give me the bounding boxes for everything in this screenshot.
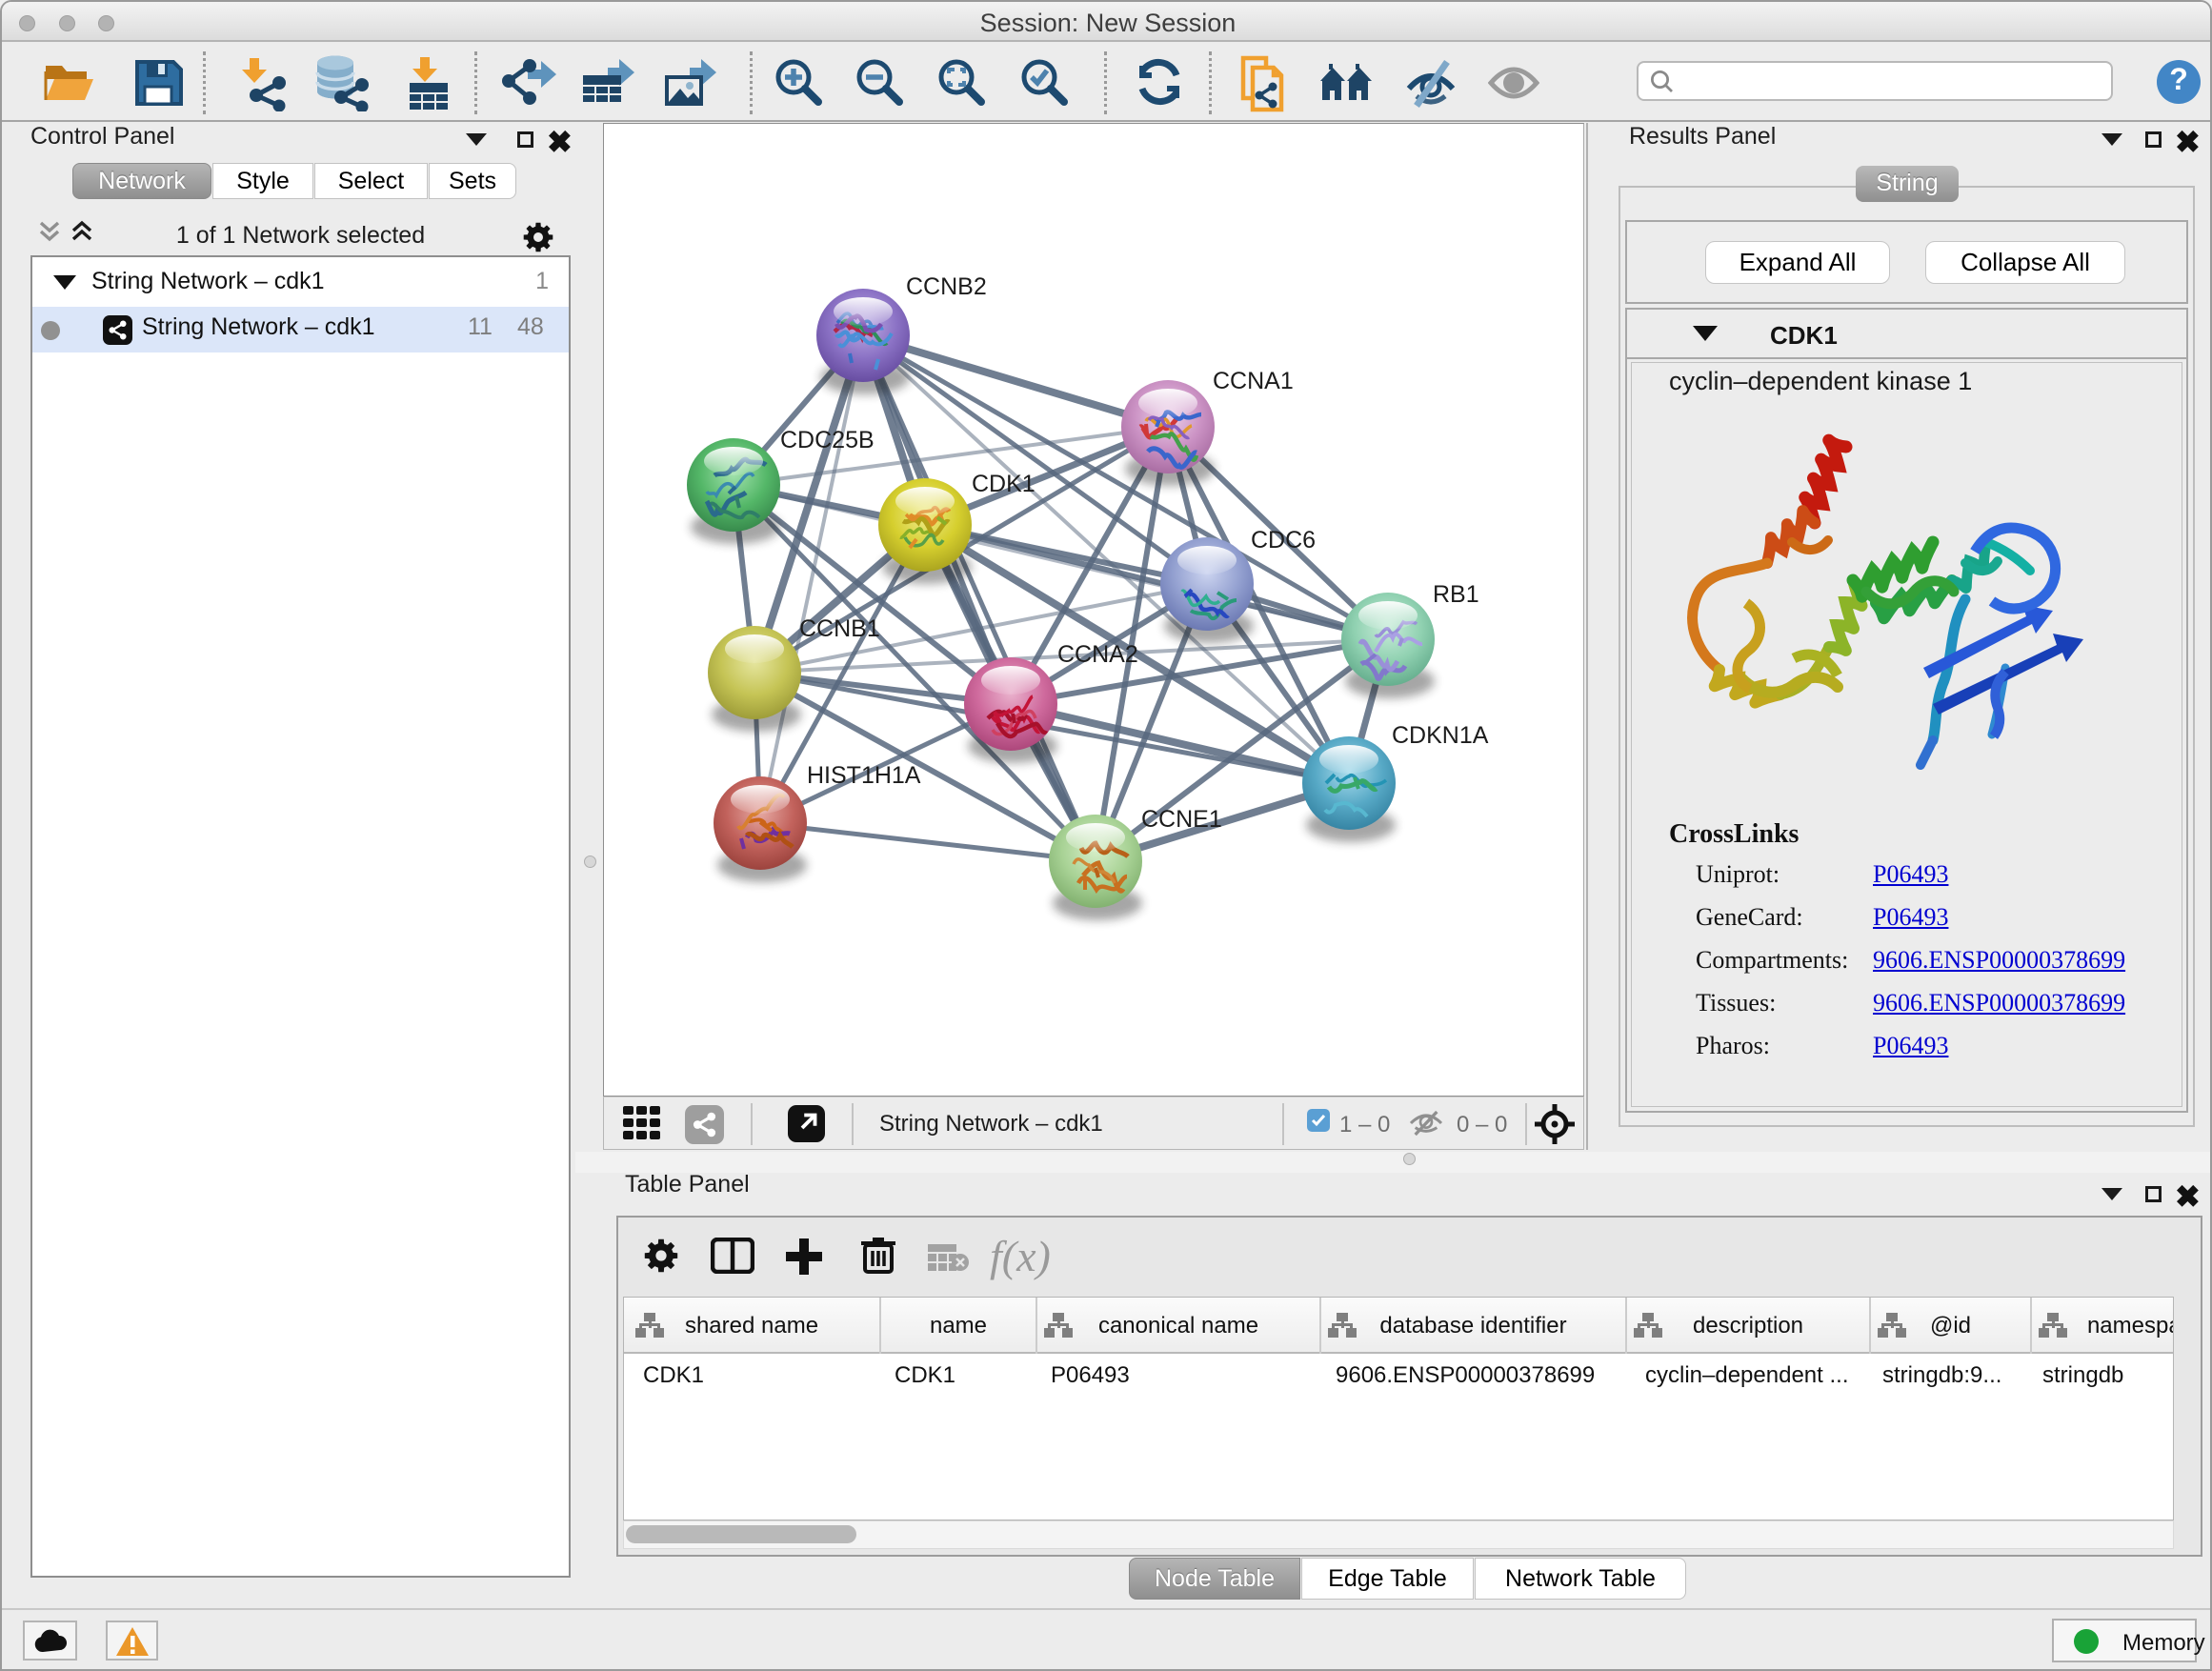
svg-text:CDKN1A: CDKN1A <box>1392 722 1489 749</box>
svg-text:CCNE1: CCNE1 <box>1141 806 1222 833</box>
svg-text:CCNA1: CCNA1 <box>1213 368 1294 394</box>
svg-text:CCNB1: CCNB1 <box>799 615 880 642</box>
svg-text:CCNA2: CCNA2 <box>1057 641 1138 668</box>
svg-text:CDC6: CDC6 <box>1251 527 1316 554</box>
svg-text:HIST1H1A: HIST1H1A <box>807 762 921 789</box>
svg-text:CDC25B: CDC25B <box>780 427 875 453</box>
svg-text:CCNB2: CCNB2 <box>906 273 987 300</box>
svg-text:RB1: RB1 <box>1433 581 1479 608</box>
svg-text:CDK1: CDK1 <box>972 471 1036 497</box>
